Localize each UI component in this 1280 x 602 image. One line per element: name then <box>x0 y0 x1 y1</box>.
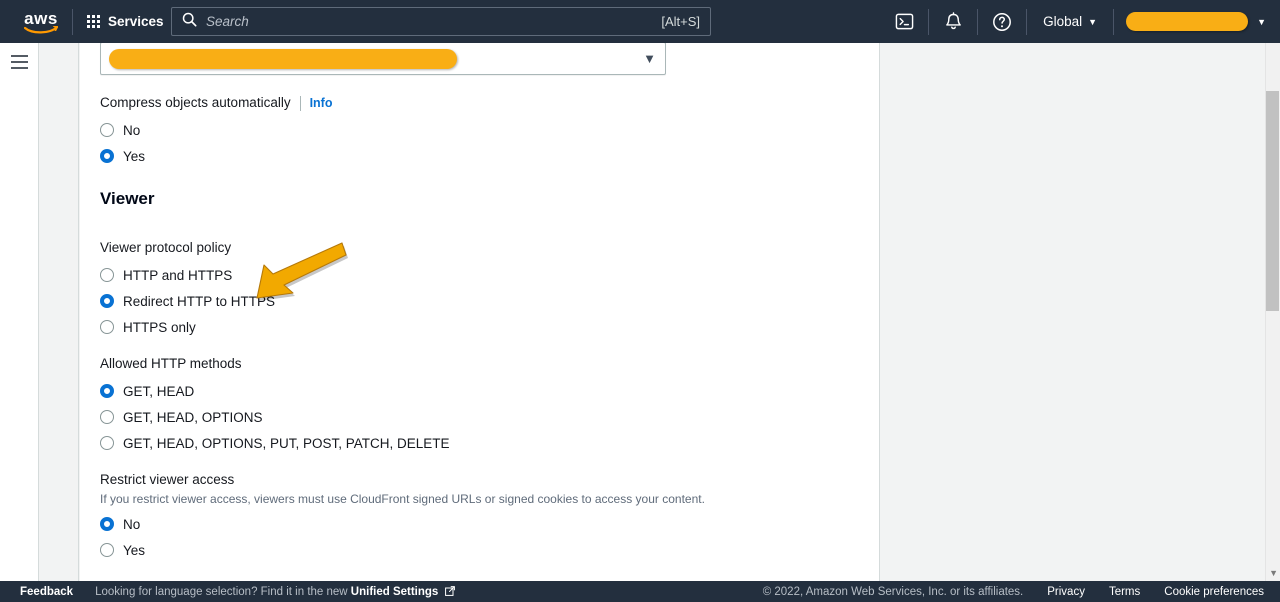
label-divider <box>299 95 301 111</box>
grid-dots-icon <box>87 15 100 28</box>
terms-link[interactable]: Terms <box>1109 586 1140 598</box>
radio-restrict-yes[interactable]: Yes <box>100 537 705 563</box>
radio-compress-yes[interactable]: Yes <box>100 143 333 169</box>
radio-button-selected[interactable] <box>100 149 114 163</box>
unified-settings-link[interactable]: Unified Settings <box>351 586 439 598</box>
radio-redirect-http-to-https[interactable]: Redirect HTTP to HTTPS <box>100 288 275 314</box>
region-selector[interactable]: Global ▼ <box>1029 0 1111 43</box>
nav-divider <box>72 8 73 35</box>
notifications-button[interactable] <box>931 0 975 43</box>
language-note: Looking for language selection? Find it … <box>95 585 455 598</box>
allowed-http-methods-field: Allowed HTTP methods GET, HEAD GET, HEAD… <box>100 355 450 456</box>
cloudshell-terminal-icon <box>895 13 913 30</box>
radio-label: GET, HEAD, OPTIONS <box>123 409 263 425</box>
radio-label: HTTP and HTTPS <box>123 267 233 283</box>
account-name-redacted <box>1126 12 1249 31</box>
footer-left-cluster: Feedback Looking for language selection?… <box>0 586 455 598</box>
radio-label: GET, HEAD <box>123 383 195 399</box>
radio-label: No <box>123 516 141 532</box>
radio-https-only[interactable]: HTTPS only <box>100 314 275 340</box>
main-content-panel: ▼ Compress objects automatically Info No… <box>80 43 880 581</box>
nav-divider <box>1026 8 1028 35</box>
nav-divider <box>1113 8 1115 35</box>
search-icon <box>182 12 197 32</box>
copyright-text: © 2022, Amazon Web Services, Inc. or its… <box>762 585 1024 598</box>
section-title: Viewer <box>100 189 155 208</box>
scroll-down-arrow-icon[interactable]: ▼ <box>1269 568 1278 578</box>
services-menu-button[interactable]: Services <box>75 0 176 43</box>
footer-right-cluster: © 2022, Amazon Web Services, Inc. or its… <box>763 586 1264 598</box>
radio-button[interactable] <box>100 410 114 424</box>
content-gutter <box>40 43 79 581</box>
language-note-text: Looking for language selection? Find it … <box>95 585 348 598</box>
aws-logo-text: aws <box>24 8 58 28</box>
aws-logo[interactable]: aws <box>12 10 70 34</box>
info-link[interactable]: Info <box>310 96 333 110</box>
left-navigation-rail <box>0 43 39 581</box>
privacy-link[interactable]: Privacy <box>1047 586 1085 598</box>
chevron-down-icon: ▼ <box>1088 16 1098 27</box>
top-nav-right-cluster: Global ▼ ▼ <box>882 0 1280 43</box>
radio-compress-no[interactable]: No <box>100 117 333 143</box>
region-label: Global <box>1043 14 1083 29</box>
chevron-down-icon: ▼ <box>643 51 656 66</box>
cookie-preferences-link[interactable]: Cookie preferences <box>1164 586 1264 598</box>
account-menu-button[interactable]: ▼ <box>1116 0 1280 43</box>
restrict-viewer-access-description: If you restrict viewer access, viewers m… <box>100 492 705 506</box>
search-shortcut-hint: [Alt+S] <box>661 14 700 29</box>
external-link-icon <box>444 585 455 596</box>
radio-get-head-options[interactable]: GET, HEAD, OPTIONS <box>100 404 450 430</box>
restrict-viewer-access-field: Restrict viewer access If you restrict v… <box>100 471 705 563</box>
origin-select-dropdown[interactable]: ▼ <box>100 43 666 75</box>
top-navigation-bar: aws Services Search [Alt+S] Global ▼ ▼ <box>0 0 1280 43</box>
aws-smile-icon <box>24 25 58 33</box>
restrict-viewer-access-label: Restrict viewer access <box>100 472 235 487</box>
select-value-redacted <box>109 48 457 69</box>
radio-label: HTTPS only <box>123 319 196 335</box>
nav-divider <box>928 8 930 35</box>
radio-http-and-https[interactable]: HTTP and HTTPS <box>100 262 275 288</box>
global-search-bar[interactable]: Search [Alt+S] <box>171 7 711 36</box>
cloudshell-button[interactable] <box>882 0 926 43</box>
page-scrollbar-track[interactable]: ▼ <box>1265 43 1280 581</box>
radio-label: No <box>123 122 141 138</box>
radio-button[interactable] <box>100 268 114 282</box>
help-button[interactable] <box>980 0 1024 43</box>
allowed-http-methods-label: Allowed HTTP methods <box>100 356 242 371</box>
page-scrollbar-thumb[interactable] <box>1266 91 1279 311</box>
radio-get-head[interactable]: GET, HEAD <box>100 378 450 404</box>
radio-label: GET, HEAD, OPTIONS, PUT, POST, PATCH, DE… <box>123 435 450 451</box>
compress-objects-field: Compress objects automatically Info No Y… <box>100 94 333 169</box>
radio-get-head-options-put-post-patch-delete[interactable]: GET, HEAD, OPTIONS, PUT, POST, PATCH, DE… <box>100 430 450 456</box>
viewer-protocol-policy-field: Viewer protocol policy HTTP and HTTPS Re… <box>100 239 275 340</box>
viewer-protocol-policy-label: Viewer protocol policy <box>100 240 232 255</box>
radio-label: Yes <box>123 148 146 164</box>
radio-button[interactable] <box>100 436 114 450</box>
chevron-down-icon: ▼ <box>1257 16 1266 27</box>
compress-objects-label-row: Compress objects automatically Info <box>100 94 333 112</box>
radio-label: Yes <box>123 542 146 558</box>
hamburger-menu-icon[interactable] <box>10 55 28 581</box>
services-label: Services <box>108 14 164 29</box>
radio-button[interactable] <box>100 123 114 137</box>
viewer-section-heading: Viewer <box>100 189 155 209</box>
page-footer: Feedback Looking for language selection?… <box>0 581 1280 602</box>
feedback-link[interactable]: Feedback <box>20 586 73 598</box>
radio-button[interactable] <box>100 320 114 334</box>
nav-divider <box>977 8 979 35</box>
radio-label: Redirect HTTP to HTTPS <box>123 293 276 309</box>
radio-button-selected[interactable] <box>100 384 114 398</box>
radio-button[interactable] <box>100 543 114 557</box>
bell-icon <box>945 11 961 29</box>
question-circle-icon <box>993 12 1012 31</box>
radio-button-selected[interactable] <box>100 294 114 308</box>
radio-button-selected[interactable] <box>100 517 114 531</box>
compress-objects-label: Compress objects automatically <box>100 95 291 110</box>
radio-restrict-no[interactable]: No <box>100 511 705 537</box>
search-input[interactable]: Search <box>206 14 661 29</box>
